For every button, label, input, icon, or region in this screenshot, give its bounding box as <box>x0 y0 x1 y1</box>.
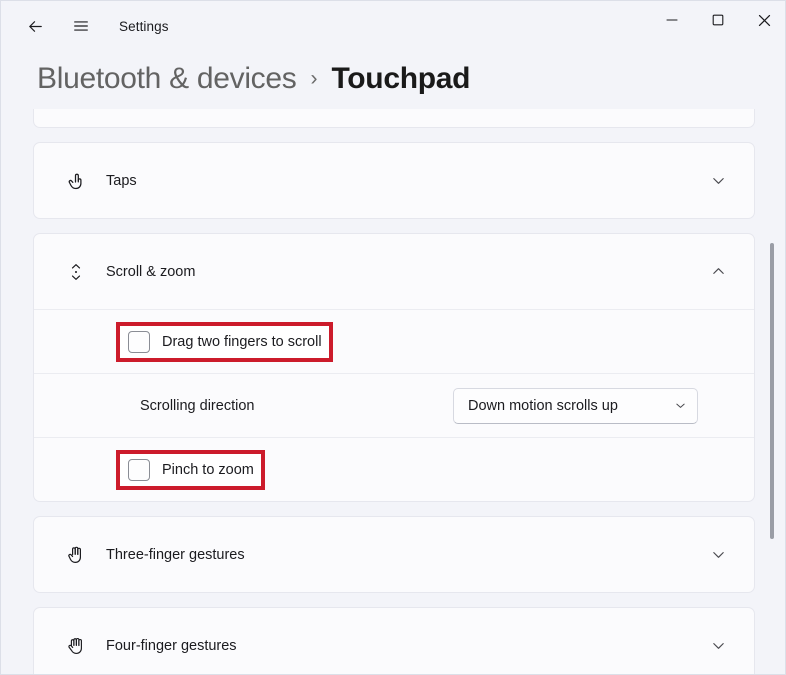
highlight-box-pinch-to-zoom: Pinch to zoom <box>116 450 265 490</box>
label-pinch-to-zoom: Pinch to zoom <box>162 462 254 478</box>
navigation-menu-button[interactable] <box>61 9 101 43</box>
card-four-finger-gestures: Four-finger gestures <box>33 607 755 675</box>
close-button[interactable] <box>741 1 786 39</box>
settings-card-list: Cursor speed <box>1 109 786 675</box>
chevron-down-icon[interactable] <box>704 173 732 188</box>
minimize-icon <box>666 14 678 26</box>
setting-row-scroll-and-zoom[interactable]: Scroll & zoom <box>34 234 754 309</box>
setting-subrow-scrolling-direction[interactable]: Scrolling direction Down motion scrolls … <box>34 373 754 437</box>
setting-row-three-finger-gestures[interactable]: Three-finger gestures <box>34 517 754 592</box>
app-title: Settings <box>119 19 169 34</box>
title-bar: Settings <box>1 1 786 51</box>
maximize-icon <box>712 14 724 26</box>
maximize-button[interactable] <box>695 1 741 39</box>
scroll-vertical-icon <box>56 261 96 283</box>
chevron-down-icon[interactable] <box>704 638 732 653</box>
vertical-scrollbar[interactable] <box>767 111 777 671</box>
scrollbar-thumb[interactable] <box>770 243 774 539</box>
settings-scroll-area: Cursor speed <box>1 109 786 675</box>
tap-hand-icon <box>56 169 96 193</box>
chevron-down-icon[interactable] <box>704 547 732 562</box>
setting-row-four-finger-gestures[interactable]: Four-finger gestures <box>34 608 754 675</box>
setting-row-cursor-speed[interactable]: Cursor speed <box>34 109 754 127</box>
card-scroll-and-zoom: Scroll & zoom Drag two fingers to scroll <box>33 233 755 502</box>
back-button[interactable] <box>15 9 55 43</box>
card-three-finger-gestures: Three-finger gestures <box>33 516 755 593</box>
three-finger-hand-icon <box>56 543 96 567</box>
breadcrumb-parent-link[interactable]: Bluetooth & devices <box>37 62 296 96</box>
setting-label-four-finger-gestures: Four-finger gestures <box>106 638 237 654</box>
chevron-up-icon[interactable] <box>704 264 732 279</box>
window-controls <box>649 1 786 51</box>
setting-subrow-pinch-to-zoom[interactable]: Pinch to zoom <box>34 437 754 501</box>
dropdown-scrolling-direction[interactable]: Down motion scrolls up <box>453 388 698 424</box>
highlight-box-drag-two-fingers: Drag two fingers to scroll <box>116 322 333 362</box>
checkbox-drag-two-fingers[interactable] <box>128 331 150 353</box>
close-icon <box>758 14 771 27</box>
four-finger-hand-icon <box>56 634 96 658</box>
breadcrumb-separator-icon: › <box>310 67 317 91</box>
arrow-left-icon <box>26 17 45 36</box>
page-title: Touchpad <box>331 62 470 96</box>
breadcrumb: Bluetooth & devices › Touchpad <box>37 53 470 105</box>
setting-label-three-finger-gestures: Three-finger gestures <box>106 547 245 563</box>
hamburger-icon <box>72 17 90 35</box>
chevron-down-icon <box>674 399 687 412</box>
card-taps: Taps <box>33 142 755 219</box>
card-cursor-speed: Cursor speed <box>33 109 755 128</box>
setting-row-taps[interactable]: Taps <box>34 143 754 218</box>
dropdown-value-scrolling-direction: Down motion scrolls up <box>468 398 618 414</box>
minimize-button[interactable] <box>649 1 695 39</box>
label-drag-two-fingers: Drag two fingers to scroll <box>162 334 322 350</box>
setting-subrow-drag-two-fingers[interactable]: Drag two fingers to scroll <box>34 309 754 373</box>
setting-label-scroll-and-zoom: Scroll & zoom <box>106 264 195 280</box>
checkbox-pinch-to-zoom[interactable] <box>128 459 150 481</box>
setting-label-taps: Taps <box>106 173 137 189</box>
label-scrolling-direction: Scrolling direction <box>140 398 254 414</box>
settings-window: Settings Bluetooth & devices › Touchpa <box>0 0 786 675</box>
